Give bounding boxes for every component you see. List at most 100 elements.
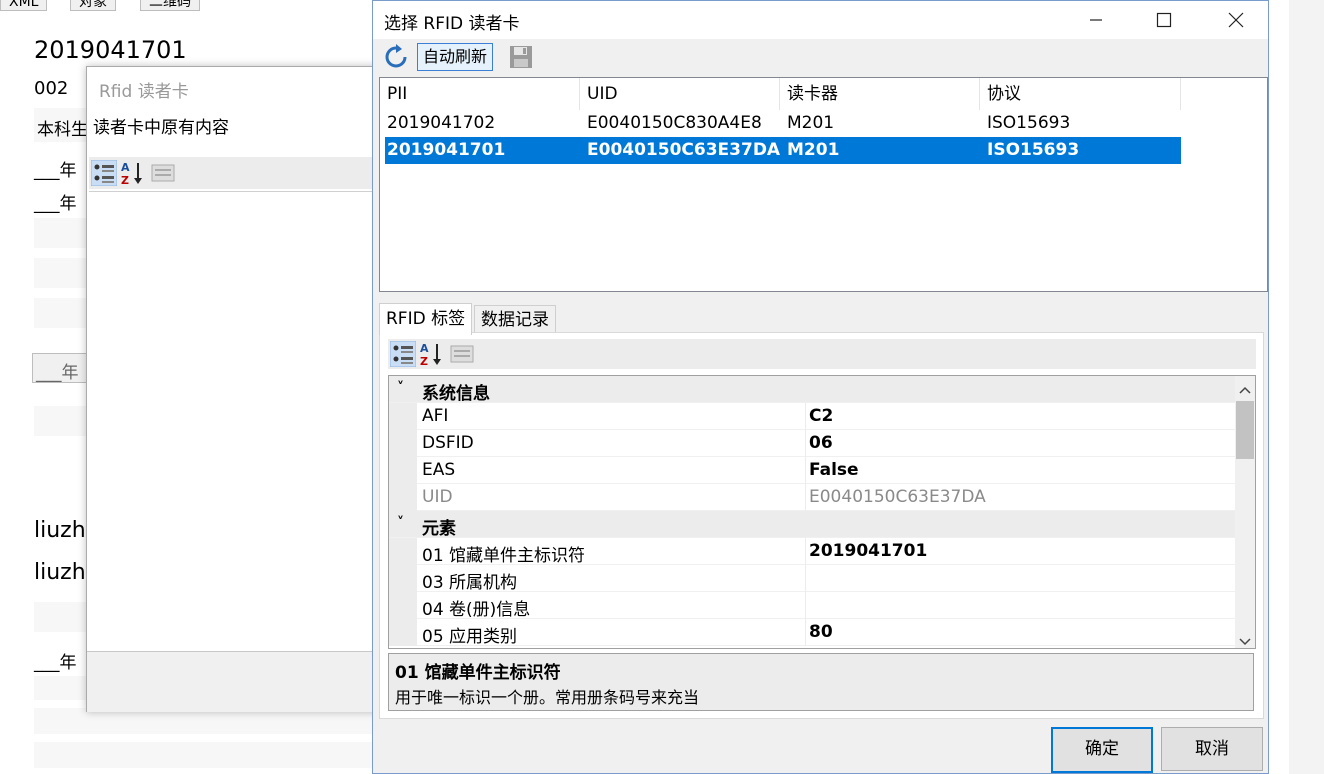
tab-data-record[interactable]: 数据记录 xyxy=(474,305,556,334)
property-name: 04 卷(册)信息 xyxy=(422,600,531,620)
year-field-1[interactable]: ___年 xyxy=(34,156,77,181)
close-button[interactable] xyxy=(1213,1,1259,39)
chevron-down-icon[interactable]: ˅ xyxy=(397,380,404,396)
property-row[interactable]: EAS False xyxy=(389,457,1235,484)
row-gutter xyxy=(389,430,417,457)
column-divider xyxy=(805,484,806,511)
name-field-2[interactable]: liuzh xyxy=(34,560,86,585)
property-value[interactable]: E0040150C63E37DA xyxy=(809,487,986,507)
year-field-2[interactable]: ___年 xyxy=(34,189,77,214)
description-text: 用于唯一标识一个册。常用册条码号来充当 xyxy=(395,688,700,707)
chevron-down-icon[interactable] xyxy=(1239,632,1251,648)
property-value[interactable]: False xyxy=(809,460,859,480)
tab-qrcode[interactable]: 二维码 xyxy=(140,0,200,11)
table-row-selected[interactable]: 2019041701 E0040150C63E37DA M201 ISO1569… xyxy=(385,137,1181,164)
property-name: DSFID xyxy=(422,433,474,453)
category-prefix: 本科生 xyxy=(37,120,88,140)
property-name: 03 所属机构 xyxy=(422,573,518,593)
description-title: 01 馆藏单件主标识符 xyxy=(395,663,561,683)
property-grid: ˅ 系统信息 AFI C2 DSFID 06 EAS False UID E00… xyxy=(388,375,1256,649)
property-value[interactable]: 80 xyxy=(809,622,833,642)
year-dropdown[interactable]: ___年 xyxy=(32,353,94,383)
category-label: 系统信息 xyxy=(422,384,490,404)
rfid-reader-card-dialog: Rfid 读者卡 读者卡中原有内容 AZ xyxy=(86,66,388,712)
property-row[interactable]: 01 馆藏单件主标识符 2019041701 xyxy=(389,538,1235,566)
property-row-readonly[interactable]: UID E0040150C63E37DA xyxy=(389,484,1235,511)
dialog-footer xyxy=(87,651,387,712)
cell-uid: E0040150C63E37DA xyxy=(587,140,781,160)
property-toolbar: AZ xyxy=(89,157,385,189)
categorized-icon[interactable] xyxy=(90,159,118,191)
column-header-uid[interactable]: UID xyxy=(580,78,780,110)
year-dropdown-label: ___年 xyxy=(36,363,79,383)
property-pages-icon[interactable] xyxy=(450,344,474,369)
property-row[interactable]: 03 所属机构 xyxy=(389,565,1235,593)
tab-rfid-tag[interactable]: RFID 标签 xyxy=(379,303,473,335)
dialog-title: 选择 RFID 读者卡 xyxy=(384,14,520,34)
cell-uid: E0040150C830A4E8 xyxy=(587,113,762,133)
chevron-up-icon[interactable] xyxy=(1239,380,1251,400)
scrollbar-thumb[interactable] xyxy=(1236,401,1254,459)
property-row[interactable]: 04 卷(册)信息 xyxy=(389,592,1235,620)
ok-button[interactable]: 确定 xyxy=(1051,727,1153,773)
property-row[interactable]: AFI C2 xyxy=(389,403,1235,430)
tab-object[interactable]: 对象 xyxy=(70,0,116,11)
property-row[interactable]: 05 应用类别 80 xyxy=(389,619,1235,647)
property-name: 05 应用类别 xyxy=(422,627,518,647)
toolbar: 自动刷新 xyxy=(373,39,1268,75)
minimize-button[interactable] xyxy=(1073,1,1119,39)
cell-reader: M201 xyxy=(787,140,840,160)
column-divider xyxy=(805,403,806,430)
category-elements[interactable]: ˅ 元素 xyxy=(389,511,1235,539)
property-grid-empty xyxy=(89,191,385,650)
cell-protocol: ISO15693 xyxy=(987,140,1080,160)
barcode-field[interactable]: 2019041701 xyxy=(34,36,187,64)
refresh-icon[interactable] xyxy=(383,44,409,75)
code-field[interactable]: 002 xyxy=(34,78,68,99)
category-system-info[interactable]: ˅ 系统信息 xyxy=(389,376,1235,404)
sort-alpha-icon[interactable]: AZ xyxy=(419,341,443,372)
maximize-button[interactable] xyxy=(1141,1,1187,39)
column-divider xyxy=(805,538,806,565)
tab-xml[interactable]: XML xyxy=(0,0,48,11)
close-icon xyxy=(1228,12,1244,28)
minimize-icon xyxy=(1090,19,1102,21)
row-gutter xyxy=(389,484,417,511)
empty-field[interactable] xyxy=(34,742,374,768)
property-row[interactable]: DSFID 06 xyxy=(389,430,1235,457)
category-label: 元素 xyxy=(422,519,456,539)
table-row[interactable]: 2019041702 E0040150C830A4E8 M201 ISO1569… xyxy=(385,110,1181,137)
rfid-tag-panel: AZ ˅ 系统信息 AFI C2 DSFID 06 EAS False UID … xyxy=(379,332,1264,719)
column-divider xyxy=(805,592,806,619)
rfid-card-list: PII UID 读卡器 协议 2019041702 E0040150C830A4… xyxy=(379,77,1268,292)
row-gutter xyxy=(389,403,417,430)
property-pages-icon[interactable] xyxy=(151,163,175,188)
property-name: 01 馆藏单件主标识符 xyxy=(422,546,586,566)
column-divider xyxy=(805,565,806,592)
property-value[interactable]: 2019041701 xyxy=(809,541,927,561)
auto-refresh-button[interactable]: 自动刷新 xyxy=(417,43,494,71)
right-scroll-area xyxy=(1289,0,1324,774)
column-divider xyxy=(805,619,806,646)
column-header-protocol[interactable]: 协议 xyxy=(980,78,1181,110)
column-header-pii[interactable]: PII xyxy=(380,78,580,110)
save-icon[interactable] xyxy=(509,45,533,74)
column-header-reader[interactable]: 读卡器 xyxy=(780,78,980,110)
chevron-down-icon[interactable]: ˅ xyxy=(397,515,404,531)
select-rfid-card-dialog: 选择 RFID 读者卡 自动刷新 PII UID 读卡器 协议 20190417… xyxy=(372,0,1269,774)
svg-text:A: A xyxy=(420,342,429,355)
column-divider xyxy=(805,430,806,457)
name-field-1[interactable]: liuzh xyxy=(34,518,86,543)
row-gutter xyxy=(389,565,417,592)
sort-alpha-icon[interactable]: AZ xyxy=(120,160,144,191)
vertical-scrollbar[interactable] xyxy=(1235,376,1255,648)
property-value[interactable]: 06 xyxy=(809,433,833,453)
categorized-icon[interactable] xyxy=(389,340,417,372)
title-bar: 选择 RFID 读者卡 xyxy=(373,1,1268,39)
svg-text:Z: Z xyxy=(420,355,428,367)
property-name: AFI xyxy=(422,406,449,426)
year-field-3[interactable]: ___年 xyxy=(34,648,77,673)
property-value[interactable]: C2 xyxy=(809,406,833,426)
maximize-icon xyxy=(1156,12,1172,28)
cancel-button[interactable]: 取消 xyxy=(1161,727,1263,771)
